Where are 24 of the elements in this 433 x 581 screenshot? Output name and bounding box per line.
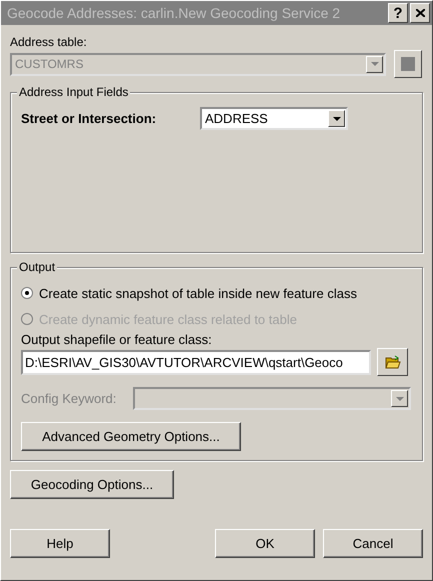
street-dropdown[interactable]: ADDRESS	[200, 107, 348, 130]
window-title: Geocode Addresses: carlin.New Geocoding Service 2	[7, 5, 342, 21]
help-button[interactable]: Help	[10, 529, 110, 558]
geocoding-options-button[interactable]: Geocoding Options...	[10, 470, 174, 499]
dropdown-arrow-icon	[370, 62, 378, 66]
dropdown-arrow-icon	[332, 116, 340, 120]
close-icon	[416, 9, 424, 17]
output-path-field[interactable]: D:\ESRI\AV_GIS30\AVTUTOR\ARCVIEW\qstart\Geoco	[21, 350, 371, 374]
field-label: Address table:	[10, 35, 88, 49]
group-title: Address Input Fields	[17, 85, 130, 99]
field-label: Street or Intersection:	[21, 111, 158, 126]
group-title: Output	[17, 260, 58, 274]
radio-option[interactable]: Create static snapshot of table inside new feature class	[21, 280, 412, 306]
square-icon	[401, 57, 415, 71]
ok-button[interactable]: OK	[215, 529, 315, 558]
browse-button[interactable]	[377, 348, 408, 376]
advanced-geometry-button[interactable]: Advanced Geometry Options...	[21, 422, 241, 451]
cancel-button[interactable]: Cancel	[323, 529, 423, 558]
folder-icon	[384, 355, 400, 369]
config-keyword-dropdown[interactable]	[133, 387, 411, 410]
field-label: Output shapefile or feature class:	[21, 332, 212, 347]
dropdown-arrow-icon	[396, 396, 404, 400]
table-button[interactable]	[394, 50, 422, 78]
field-label: Config Keyword:	[21, 391, 118, 406]
